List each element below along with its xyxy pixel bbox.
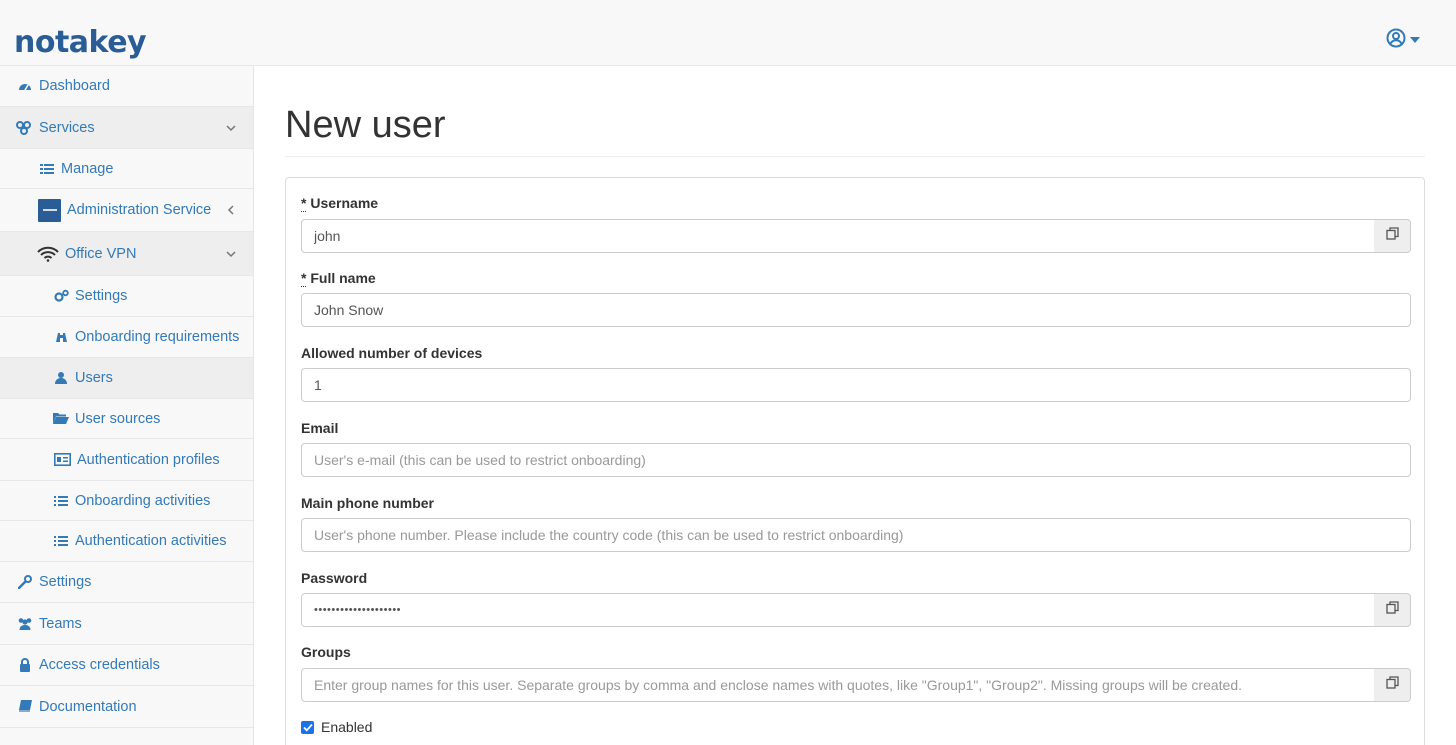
copy-icon [1385, 601, 1399, 619]
phone-input[interactable] [301, 518, 1411, 552]
password-label: Password [301, 570, 368, 586]
username-label-text: Username [310, 195, 379, 211]
copy-password-button[interactable] [1374, 593, 1411, 627]
sidebar-item-administration-service[interactable]: Administration Service [0, 189, 253, 232]
lock-icon [17, 657, 33, 673]
users-icon [17, 616, 33, 632]
sidebar-item-office-vpn[interactable]: Office VPN [0, 232, 253, 276]
sidebar-item-label: Authentication activities [75, 533, 227, 549]
list-icon [53, 533, 69, 549]
groups-input[interactable] [301, 668, 1375, 702]
dashboard-icon [17, 78, 33, 94]
required-marker: * [301, 270, 307, 287]
enabled-checkbox-row[interactable]: Enabled [301, 719, 372, 735]
sidebar-item-label: User sources [75, 410, 161, 427]
sidebar-item-global-settings[interactable]: Settings [0, 562, 253, 603]
sidebar-item-settings[interactable]: Settings [0, 276, 253, 317]
fullname-label: * Full name [301, 270, 376, 287]
sidebar-item-users[interactable]: Users [0, 358, 253, 399]
sidebar-item-label: Onboarding activities [75, 492, 211, 509]
devices-input[interactable] [301, 368, 1411, 402]
sidebar-item-services[interactable]: Services [0, 107, 253, 149]
cogs-icon [53, 288, 69, 304]
email-label: Email [301, 420, 339, 436]
sidebar-item-onboarding-activities[interactable]: Onboarding activities [0, 481, 253, 521]
sidebar-item-label: Settings [39, 574, 92, 590]
notakey-logo[interactable]: notakey [14, 24, 147, 64]
user-menu[interactable] [1386, 28, 1426, 52]
copy-groups-button[interactable] [1374, 668, 1411, 702]
devices-label: Allowed number of devices [301, 345, 483, 361]
sidebar-item-label: Users [75, 370, 113, 386]
chevron-left-icon [225, 204, 237, 216]
sidebar-item-dashboard[interactable]: Dashboard [0, 66, 253, 107]
sidebar: Dashboard Services Manage Administration… [0, 66, 254, 745]
sidebar-item-authentication-activities[interactable]: Authentication activities [0, 521, 253, 562]
sidebar-item-teams[interactable]: Teams [0, 603, 253, 645]
page-title: New user [285, 104, 446, 146]
password-input[interactable] [301, 593, 1375, 627]
enabled-checkbox[interactable] [301, 720, 314, 734]
copy-icon [1385, 227, 1399, 245]
sidebar-item-label: Documentation [39, 698, 137, 715]
fullname-input[interactable] [301, 293, 1411, 327]
username-input[interactable] [301, 219, 1375, 253]
username-label: * Username [301, 195, 379, 212]
sidebar-item-manage[interactable]: Manage [0, 149, 253, 189]
new-user-form: * Username * Full name Allowed number of… [285, 177, 1425, 745]
fullname-label-text: Full name [310, 270, 376, 286]
sidebar-item-label: Onboarding requirements [75, 329, 240, 345]
logo-text: notakey [14, 25, 147, 60]
user-circle-icon [1386, 28, 1406, 53]
sidebar-item-label: Settings [75, 288, 128, 304]
email-input[interactable] [301, 443, 1411, 477]
top-navbar: notakey [0, 0, 1456, 66]
title-divider [285, 156, 1425, 157]
id-card-icon [53, 452, 71, 468]
groups-label: Groups [301, 644, 351, 660]
sidebar-item-label: Teams [39, 615, 82, 632]
sidebar-item-access-credentials[interactable]: Access credentials [0, 645, 253, 686]
enabled-label: Enabled [321, 719, 373, 735]
sidebar-item-label: Services [39, 119, 95, 136]
list-icon [53, 493, 69, 509]
book-icon [17, 699, 33, 715]
wifi-icon [37, 246, 59, 262]
sidebar-item-authentication-profiles[interactable]: Authentication profiles [0, 439, 253, 481]
folder-open-icon [53, 411, 69, 427]
copy-username-button[interactable] [1374, 219, 1411, 253]
sidebar-item-label: Administration Service [67, 202, 212, 218]
phone-label: Main phone number [301, 495, 434, 511]
main-content: New user * Username * Full name Allowed … [285, 66, 1425, 745]
sidebar-item-label: Dashboard [39, 78, 110, 94]
user-icon [53, 370, 69, 386]
service-logo-icon [38, 198, 61, 222]
sidebar-item-documentation[interactable]: Documentation [0, 686, 253, 728]
caret-down-icon [1410, 31, 1420, 49]
sidebar-item-user-sources[interactable]: User sources [0, 399, 253, 439]
sidebar-item-label: Manage [61, 160, 114, 177]
chevron-down-icon [225, 122, 237, 134]
sidebar-item-label: Access credentials [39, 657, 160, 673]
sidebar-item-onboarding-requirements[interactable]: Onboarding requirements [0, 317, 253, 358]
services-icon [15, 120, 33, 136]
chevron-down-icon [225, 248, 237, 260]
binoculars-icon [53, 329, 69, 345]
list-icon [39, 161, 55, 177]
sidebar-item-label: Authentication profiles [77, 451, 220, 468]
sidebar-item-label: Office VPN [65, 245, 137, 262]
wrench-icon [17, 574, 33, 590]
required-marker: * [301, 195, 307, 212]
copy-icon [1385, 676, 1399, 694]
